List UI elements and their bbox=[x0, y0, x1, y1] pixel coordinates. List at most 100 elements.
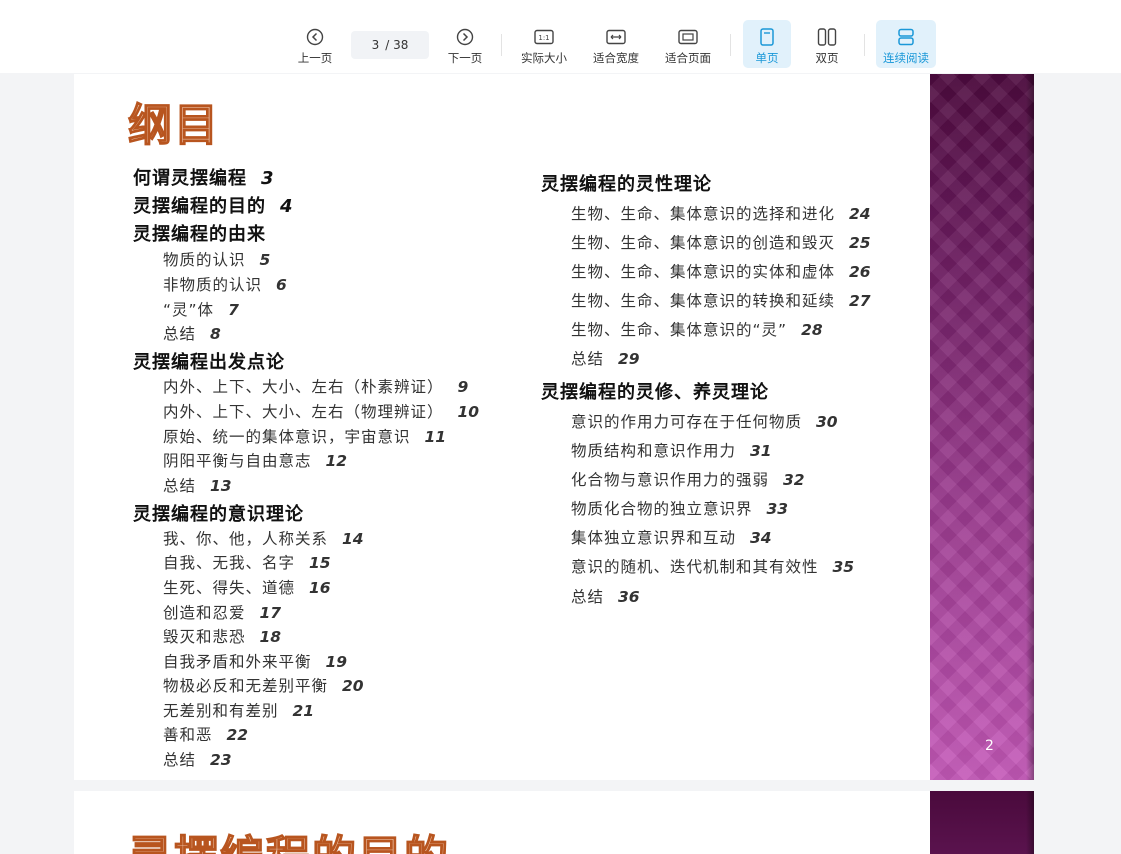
toc-entry-title: 毁灭和悲恐 bbox=[163, 628, 246, 646]
fit-page-icon bbox=[677, 26, 699, 48]
toc-entry[interactable]: 自我矛盾和外来平衡 19 bbox=[163, 650, 347, 672]
single-page-button[interactable]: 单页 bbox=[743, 20, 791, 68]
toc-entry[interactable]: 物极必反和无差别平衡 20 bbox=[163, 674, 364, 696]
toc-entry-title: 灵摆编程的意识理论 bbox=[133, 504, 304, 525]
next-page-label: 下一页 bbox=[447, 51, 483, 65]
toc-entry-page: 36 bbox=[618, 588, 640, 606]
decorative-side-band bbox=[930, 74, 1034, 780]
toc-entry-page: 28 bbox=[801, 321, 823, 339]
fit-width-button[interactable]: 适合宽度 bbox=[589, 20, 643, 68]
toc-entry[interactable]: 原始、统一的集体意识，宇宙意识 11 bbox=[163, 425, 446, 447]
toc-entry-title: 原始、统一的集体意识，宇宙意识 bbox=[163, 428, 411, 446]
toc-entry[interactable]: 创造和忍爱 17 bbox=[163, 601, 281, 623]
toc-entry[interactable]: 灵摆编程的由来 bbox=[133, 220, 266, 246]
toc-entry[interactable]: 集体独立意识界和互动 34 bbox=[571, 526, 772, 548]
toc-entry-page: 5 bbox=[259, 251, 271, 269]
toc-entry[interactable]: 生物、生命、集体意识的转换和延续 27 bbox=[571, 289, 871, 311]
fit-page-button[interactable]: 适合页面 bbox=[661, 20, 715, 68]
toc-entry[interactable]: 总结 13 bbox=[163, 474, 232, 496]
toc-entry[interactable]: 总结 8 bbox=[163, 322, 221, 344]
toc-entry-page: 31 bbox=[750, 442, 772, 460]
toc-entry[interactable]: 善和恶 22 bbox=[163, 723, 248, 745]
toc-entry[interactable]: 内外、上下、大小、左右（物理辨证） 10 bbox=[163, 400, 479, 422]
toc-entry-title: 意识的随机、迭代机制和其有效性 bbox=[571, 558, 819, 576]
continuous-reading-button[interactable]: 连续阅读 bbox=[876, 20, 936, 68]
toc-entry-title: 生死、得失、道德 bbox=[163, 579, 296, 597]
toc-entry-title: 总结 bbox=[571, 588, 605, 606]
toc-entry[interactable]: 总结 29 bbox=[571, 347, 640, 369]
toolbar-divider bbox=[501, 34, 502, 56]
page-title: 纲目 bbox=[127, 100, 220, 151]
toc-entry[interactable]: 生物、生命、集体意识的实体和虚体 26 bbox=[571, 260, 871, 282]
toc-entry-page: 26 bbox=[849, 263, 871, 281]
chevron-left-circle-icon bbox=[304, 26, 326, 48]
toc-entry[interactable]: 物质结构和意识作用力 31 bbox=[571, 439, 772, 461]
toc-entry[interactable]: 阴阳平衡与自由意志 12 bbox=[163, 449, 347, 471]
toc-entry[interactable]: 自我、无我、名字 15 bbox=[163, 551, 331, 573]
toc-entry[interactable]: 化合物与意识作用力的强弱 32 bbox=[571, 468, 805, 490]
single-page-label: 单页 bbox=[755, 51, 779, 65]
toc-entry-title: 总结 bbox=[163, 325, 197, 343]
toc-entry-title: 物质结构和意识作用力 bbox=[571, 442, 737, 460]
toc-entry-title: 善和恶 bbox=[163, 726, 213, 744]
actual-size-button[interactable]: 1:1 实际大小 bbox=[517, 20, 571, 68]
toc-entry-title: 自我矛盾和外来平衡 bbox=[163, 653, 312, 671]
toc-entry[interactable]: 内外、上下、大小、左右（朴素辨证） 9 bbox=[163, 375, 468, 397]
toc-entry-page: 19 bbox=[325, 653, 348, 671]
toc-entry[interactable]: 物质化合物的独立意识界 33 bbox=[571, 497, 788, 519]
toc-entry[interactable]: 意识的随机、迭代机制和其有效性 35 bbox=[571, 555, 854, 577]
continuous-reading-label: 连续阅读 bbox=[883, 51, 929, 65]
page-number-input[interactable]: 3 / 38 bbox=[351, 31, 429, 59]
current-page[interactable]: 3 bbox=[372, 38, 380, 52]
toc-entry-page: 10 bbox=[457, 403, 480, 421]
toc-entry-title: 总结 bbox=[163, 477, 197, 495]
toc-entry[interactable]: 灵摆编程的灵修、养灵理论 bbox=[541, 378, 769, 404]
next-page-button[interactable]: 下一页 bbox=[444, 20, 486, 68]
toc-entry[interactable]: 生物、生命、集体意识的创造和毁灭 25 bbox=[571, 231, 871, 253]
page-number: 2 bbox=[985, 738, 994, 754]
chevron-right-circle-icon bbox=[454, 26, 476, 48]
page-title: 灵摆编程的目的 bbox=[127, 835, 450, 854]
toc-entry[interactable]: 灵摆编程的目的 4 bbox=[133, 192, 293, 218]
toc-entry[interactable]: 总结 23 bbox=[163, 748, 232, 770]
toc-entry-title: 生物、生命、集体意识的实体和虚体 bbox=[571, 263, 836, 281]
toc-entry-page: 9 bbox=[457, 378, 469, 396]
prev-page-button[interactable]: 上一页 bbox=[294, 20, 336, 68]
toc-entry[interactable]: 无差别和有差别 21 bbox=[163, 699, 314, 721]
toc-entry-page: 17 bbox=[259, 604, 282, 622]
double-page-button[interactable]: 双页 bbox=[803, 20, 851, 68]
toc-entry[interactable]: 物质的认识 5 bbox=[163, 248, 270, 270]
toc-entry-title: 我、你、他，人称关系 bbox=[163, 530, 329, 548]
fit-page-label: 适合页面 bbox=[665, 51, 711, 65]
toc-entry[interactable]: 灵摆编程的灵性理论 bbox=[541, 170, 712, 196]
toc-entry-page: 16 bbox=[309, 579, 331, 597]
toc-entry[interactable]: 生物、生命、集体意识的选择和进化 24 bbox=[571, 202, 871, 224]
toc-entry[interactable]: 灵摆编程的意识理论 bbox=[133, 500, 304, 526]
toc-entry-page: 30 bbox=[816, 413, 838, 431]
toc-entry[interactable]: 生死、得失、道德 16 bbox=[163, 576, 331, 598]
toc-entry-title: 灵摆编程的灵性理论 bbox=[541, 174, 712, 195]
toc-entry[interactable]: 何谓灵摆编程 3 bbox=[133, 164, 274, 190]
toc-entry-title: 物质的认识 bbox=[163, 251, 246, 269]
toc-entry-page: 15 bbox=[309, 554, 331, 572]
toc-entry[interactable]: 毁灭和悲恐 18 bbox=[163, 625, 281, 647]
toc-entry-page: 20 bbox=[342, 677, 364, 695]
document-page: 灵摆编程的目的 bbox=[74, 791, 1034, 854]
toc-entry[interactable]: 总结 36 bbox=[571, 585, 640, 607]
actual-size-label: 实际大小 bbox=[521, 51, 567, 65]
decorative-side-band bbox=[930, 791, 1034, 854]
toc-entry-title: 物质化合物的独立意识界 bbox=[571, 500, 753, 518]
toc-entry-page: 11 bbox=[424, 428, 447, 446]
toc-entry[interactable]: 我、你、他，人称关系 14 bbox=[163, 527, 364, 549]
toc-entry[interactable]: 生物、生命、集体意识的“灵” 28 bbox=[571, 318, 823, 340]
toc-entry[interactable]: 意识的作用力可存在于任何物质 30 bbox=[571, 410, 838, 432]
double-page-label: 双页 bbox=[815, 51, 839, 65]
toc-entry[interactable]: 非物质的认识 6 bbox=[163, 273, 287, 295]
toc-entry-title: 内外、上下、大小、左右（朴素辨证） bbox=[163, 378, 444, 396]
toc-entry-page: 33 bbox=[766, 500, 789, 518]
toc-entry-title: 自我、无我、名字 bbox=[163, 554, 296, 572]
total-pages: / 38 bbox=[385, 38, 409, 52]
toc-entry[interactable]: “灵”体 7 bbox=[163, 298, 239, 320]
fit-width-label: 适合宽度 bbox=[593, 51, 639, 65]
toc-entry[interactable]: 灵摆编程出发点论 bbox=[133, 348, 285, 374]
